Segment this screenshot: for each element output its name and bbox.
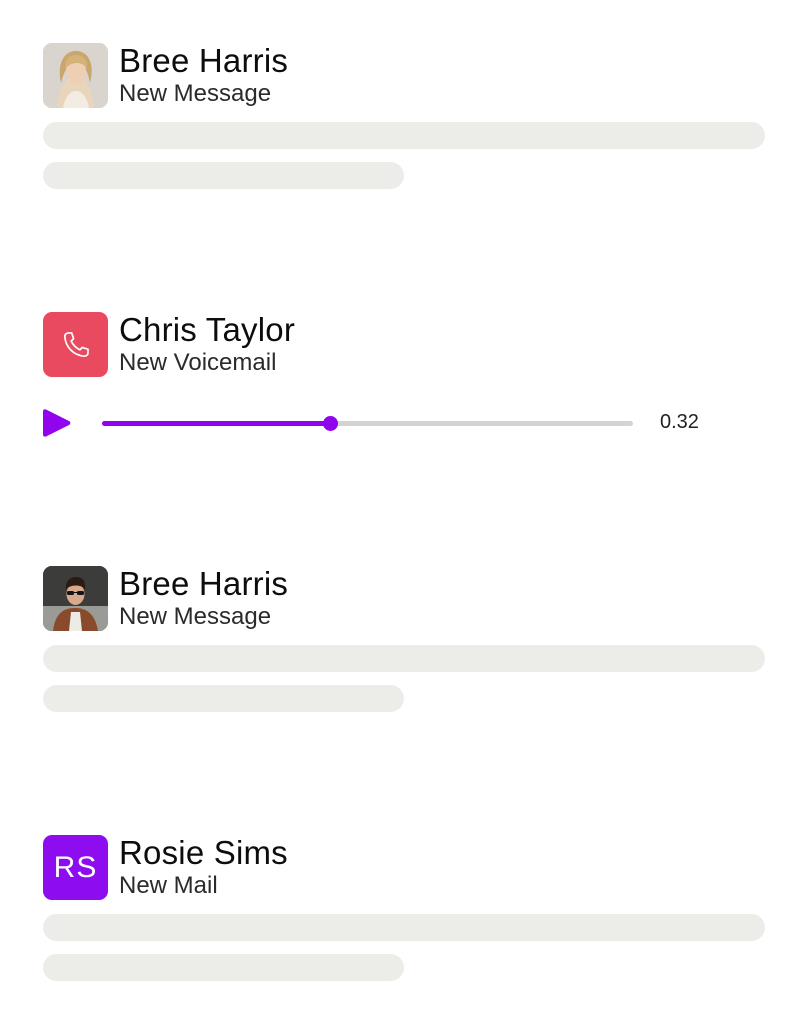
avatar-initials: RS xyxy=(53,850,98,884)
notification-type: New Message xyxy=(119,602,272,630)
sender-name: Bree Harris xyxy=(119,564,289,602)
phone-icon xyxy=(63,331,89,357)
woman-portrait-photo xyxy=(43,43,108,108)
notification-card[interactable]: Bree Harris New Message xyxy=(43,43,765,189)
notification-header: Chris Taylor New Voicemail xyxy=(43,312,765,377)
avatar xyxy=(43,312,108,377)
message-placeholder-line xyxy=(43,122,765,149)
notification-type: New Voicemail xyxy=(119,348,277,376)
message-placeholder-line xyxy=(43,645,765,672)
notification-card[interactable]: Bree Harris New Message xyxy=(43,566,765,712)
notification-header: RS Rosie Sims New Mail xyxy=(43,835,765,900)
notification-type: New Message xyxy=(119,79,272,107)
sender-name: Rosie Sims xyxy=(119,833,288,871)
notification-card[interactable]: RS Rosie Sims New Mail xyxy=(43,835,765,981)
progress-thumb[interactable] xyxy=(323,416,339,431)
avatar xyxy=(43,566,108,631)
message-placeholder-line xyxy=(43,685,404,712)
message-placeholder-line xyxy=(43,954,404,981)
voicemail-player: 0.32 xyxy=(43,406,765,440)
avatar xyxy=(43,43,108,108)
progress-fill xyxy=(102,421,331,426)
notification-header: Bree Harris New Message xyxy=(43,566,765,631)
notification-header: Bree Harris New Message xyxy=(43,43,765,108)
progress-track[interactable] xyxy=(102,416,633,431)
message-placeholder-line xyxy=(43,914,765,941)
notification-card[interactable]: Chris Taylor New Voicemail xyxy=(43,312,765,377)
message-placeholder-line xyxy=(43,162,404,189)
avatar: RS xyxy=(43,835,108,900)
play-icon xyxy=(43,409,71,437)
sender-name: Bree Harris xyxy=(119,41,289,79)
play-button[interactable] xyxy=(43,408,71,438)
man-portrait-photo xyxy=(43,566,108,631)
sender-name: Chris Taylor xyxy=(119,310,296,348)
playback-time: 0.32 xyxy=(660,411,699,433)
notification-type: New Mail xyxy=(119,871,218,899)
